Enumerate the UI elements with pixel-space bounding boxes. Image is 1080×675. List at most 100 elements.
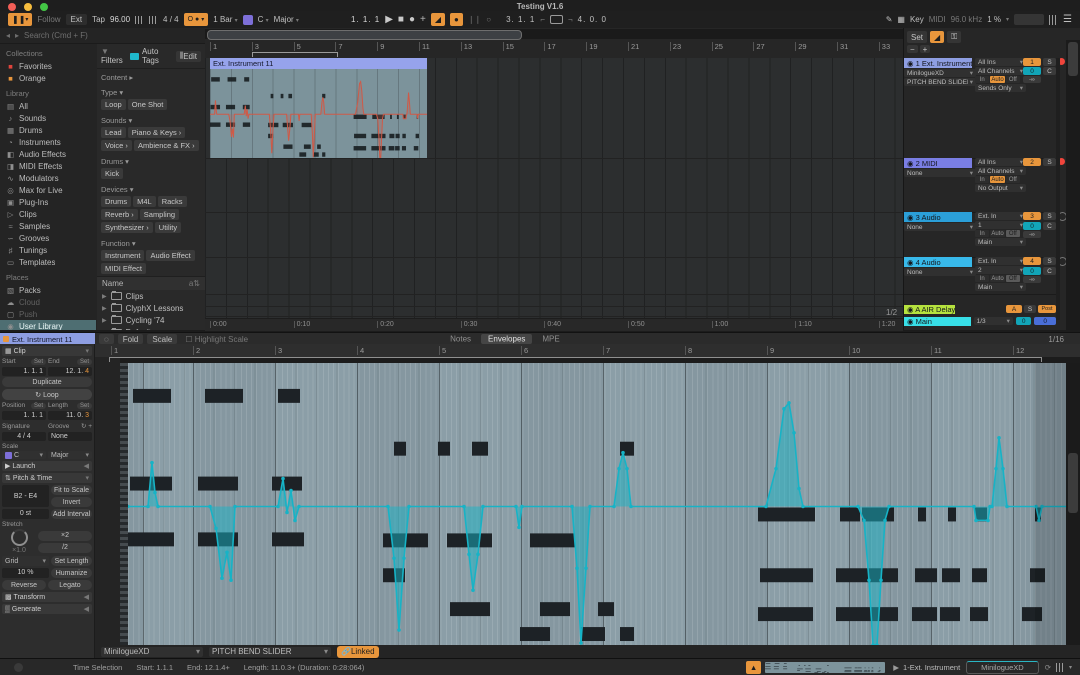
output-type-select[interactable]: Main▾ [975,238,1026,246]
browser-folder-row[interactable]: ▶Cycling '74 [97,314,205,326]
disclosure-triangle-icon[interactable]: ▶ [102,329,107,330]
track-name[interactable]: ◉ 2 MIDI [904,158,972,168]
piano-roll-keys[interactable] [120,363,128,645]
volume-field[interactable]: 0 [1023,67,1041,75]
humanize-amount-field[interactable]: 10 % [2,568,49,578]
current-track-arrow[interactable]: ▶ [893,663,899,672]
loop-start-display[interactable]: 3. 1. 1 [506,15,535,24]
filter-chip[interactable]: Synthesizer › [101,222,153,233]
back-icon[interactable]: ◂ [6,31,10,40]
cpu-menu-caret[interactable]: ▾ [1006,16,1009,23]
monitor-toggle[interactable]: InAutoOff [975,176,1020,183]
track-header[interactable]: ◉ 1 Ext. InstrumentMinilogueXD▾PITCH BEN… [904,58,1056,159]
launch-section-header[interactable]: ▶ Launch◀ [2,461,92,471]
menu-icon[interactable]: ☰ [1063,14,1072,25]
filter-chip[interactable]: Racks [158,196,187,207]
loop-position-field[interactable]: 1. 1. 1 [2,411,46,420]
filter-chip[interactable]: Voice › [101,140,132,151]
input-type-select[interactable]: Ext. In▾ [975,212,1026,220]
name-column-header[interactable]: Namea⇅ [97,276,205,290]
groove-icons[interactable]: ↻ + [81,422,92,430]
device-view-caret[interactable]: ▾ [1069,664,1072,671]
generate-section-header[interactable]: ▒ Generate◀ [2,604,92,614]
clip-end-field[interactable]: 12. 1. 4 [48,367,92,376]
transform-section-header[interactable]: ▩ Transform◀ [2,592,92,602]
arrangement-scrollbar[interactable] [1066,40,1080,330]
input-channel-select[interactable]: All Channels▾ [975,167,1026,175]
nudge-up-icon[interactable] [149,16,158,24]
filter-group-label[interactable]: Drums ▾ [101,157,201,166]
sidebar-item-audio-effects[interactable]: ◧Audio Effects [0,148,96,160]
punch-out-icon[interactable]: ¬ [568,15,573,24]
stretch-knob[interactable] [11,529,28,546]
solo-button[interactable]: S [1043,58,1056,66]
sidebar-item-modulators[interactable]: ∿Modulators [0,172,96,184]
nudge-down-icon[interactable] [135,16,144,24]
scale-name-menu[interactable]: Major ▾ [274,15,299,24]
automation-device-select[interactable]: None▾ [904,268,976,276]
clip-scale-name-select[interactable]: Major▾ [48,451,92,459]
auto-tags-button[interactable]: Auto Tags [142,47,173,65]
sidebar-item-orange[interactable]: ■Orange [0,72,96,84]
set-position-button[interactable]: Set [31,403,46,409]
editor-scrollbar[interactable] [1066,363,1080,645]
main-track-name[interactable]: ◉ Main [904,317,971,326]
gain-field[interactable]: -∞ [1023,231,1041,238]
sidebar-item-samples[interactable]: ≈Samples [0,220,96,232]
grid-value-label[interactable]: 1/16 [1048,335,1064,344]
volume-field[interactable]: 0 [1023,267,1041,275]
arrangement-position-display[interactable]: 1. 1. 1 [351,15,380,24]
quantize-menu[interactable]: 1 Bar ▾ [213,15,237,24]
filter-chip[interactable]: Instrument [101,250,144,261]
sidebar-item-grooves[interactable]: ∽Grooves [0,232,96,244]
sidebar-item-push[interactable]: ▢Push [0,308,96,320]
draw-mode-icon[interactable]: ✎ [886,15,893,24]
play-button[interactable]: ▶ [385,14,393,25]
filter-chip[interactable]: Kick [101,168,123,179]
key-map-button[interactable]: Key [910,15,924,24]
record-button[interactable]: ● [409,14,415,25]
edit-tags-button[interactable]: ⫼ Edit [176,51,201,62]
browser-folder-row[interactable]: ▶Clips [97,290,205,302]
input-type-select[interactable]: All Ins▾ [975,58,1026,66]
browser-folder-row[interactable]: ▶ClyphX Lessons [97,302,205,314]
arrangement-overview[interactable] [205,29,915,39]
zoom-in-button[interactable]: + [920,45,931,53]
sidebar-item-tunings[interactable]: ♯Tunings [0,244,96,256]
filter-chip[interactable]: Lead [101,127,126,138]
arrangement-clip-body[interactable] [210,69,427,158]
pan-field[interactable]: C [1043,222,1056,230]
set-loop-button[interactable]: Set [907,31,927,43]
set-length-button2[interactable]: Set Length [51,556,92,566]
track-number-badge[interactable]: 4 [1023,257,1041,265]
pitch-shift-field[interactable]: 0 st [2,509,49,519]
clip-mini-overview[interactable] [765,662,885,673]
filters-toggle[interactable]: ▼ Filters [101,47,130,65]
zoom-out-button[interactable]: − [907,45,918,53]
track-number-badge[interactable]: 2 [1023,158,1041,166]
automation-mode-toggle[interactable]: ◢ [930,31,944,43]
input-channel-select[interactable]: All Channels▾ [975,67,1026,75]
disclosure-triangle-icon[interactable]: ▶ [102,293,107,300]
clip-start-field[interactable]: 1. 1. 1 [2,367,46,376]
tempo-field[interactable]: 96.00 [110,15,130,24]
track-number-badge[interactable]: 1 [1023,58,1041,66]
filter-chip[interactable]: Piano & Keys › [128,127,186,138]
stretch-x2-button[interactable]: ×2 [38,531,92,541]
output-type-select[interactable]: Sends Only▾ [975,84,1026,92]
sidebar-item-midi-effects[interactable]: ◨MIDI Effects [0,160,96,172]
cpu-meter[interactable]: 1 % [987,15,1001,24]
editor-loop-brace[interactable] [109,357,1042,362]
fit-to-scale-button[interactable]: Fit to Scale [51,485,92,495]
track-name[interactable]: ◉ 4 Audio [904,257,972,267]
signature-field[interactable]: 4 / 4 [2,432,46,441]
disclosure-triangle-icon[interactable]: ▶ [102,305,107,312]
link-toggle[interactable]: ❚❚ ▾ [8,13,32,26]
envelope-editor[interactable] [128,363,1080,645]
ext-sync-button[interactable]: Ext [66,14,88,25]
filter-chip[interactable]: Sampling [140,209,179,220]
input-channel-select[interactable]: 1▾ [975,221,1026,229]
monitor-toggle[interactable]: InAutoOff [975,76,1020,83]
midi-map-button[interactable]: MIDI [929,15,946,24]
arrangement-clip-title[interactable]: Ext. Instrument 11 [210,58,427,69]
